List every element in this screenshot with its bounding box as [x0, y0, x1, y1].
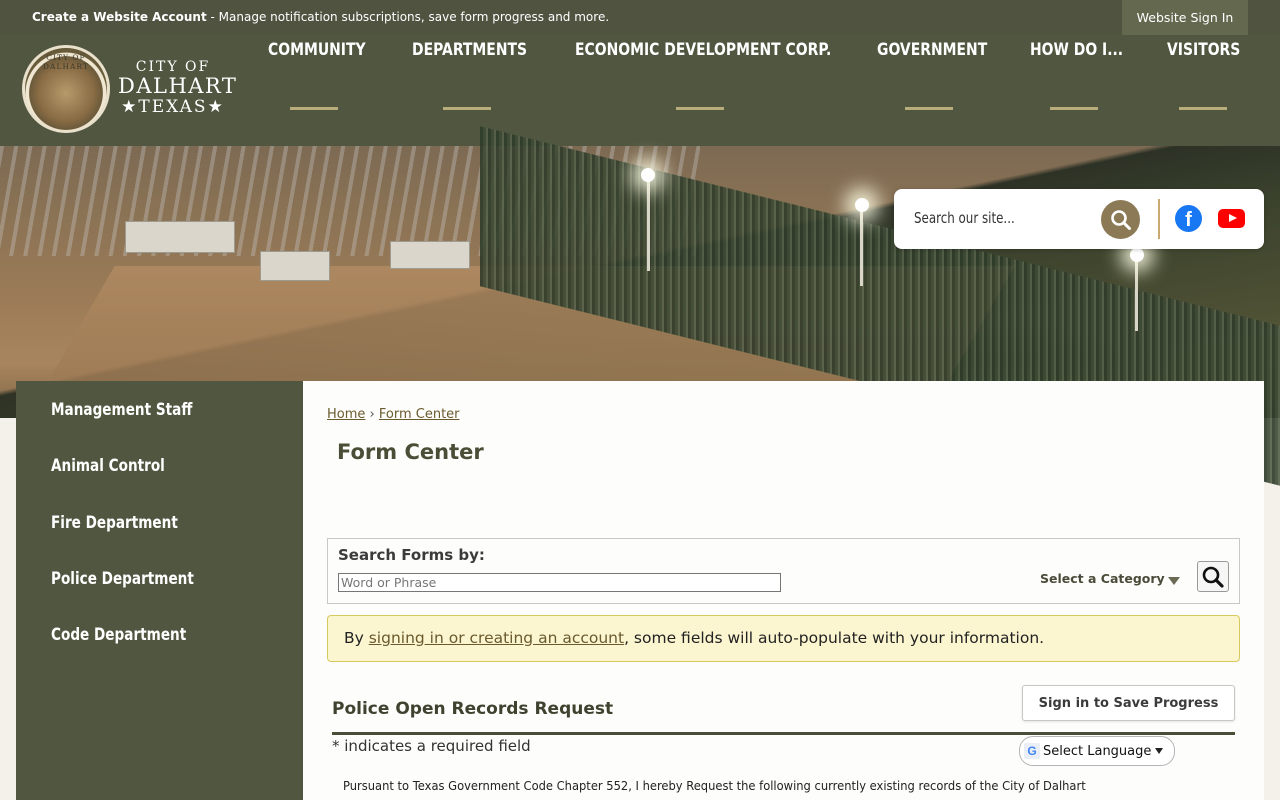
sign-in-link[interactable]: signing in or creating an account: [369, 629, 624, 647]
search-forms-button[interactable]: [1197, 561, 1229, 592]
light-pole: [860, 211, 863, 286]
sidebar-item-code-department[interactable]: Code Department: [51, 625, 186, 645]
create-account-message[interactable]: Create a Website Account - Manage notifi…: [32, 10, 609, 24]
brand-line-3: ★TEXAS★: [121, 97, 225, 117]
nav-underline: [676, 107, 724, 110]
save-progress-button[interactable]: Sign in to Save Progress: [1022, 685, 1235, 721]
required-field-note: * indicates a required field: [332, 737, 531, 755]
top-utility-bar: Create a Website Account - Manage notifi…: [0, 0, 1280, 35]
chevron-down-icon: [1155, 748, 1164, 754]
breadcrumb-home[interactable]: Home: [327, 407, 365, 422]
notice-suffix: , some fields will auto-populate with yo…: [624, 629, 1045, 647]
stadium-light: [641, 168, 655, 182]
breadcrumb-separator: ›: [369, 407, 375, 422]
website-sign-in-button[interactable]: Website Sign In: [1122, 0, 1248, 35]
nav-underline: [290, 107, 338, 110]
breadcrumb-form-center[interactable]: Form Center: [379, 407, 460, 422]
nav-government[interactable]: GOVERNMENT: [877, 40, 987, 60]
search-divider: [1158, 199, 1160, 239]
sidebar-item-fire-department[interactable]: Fire Department: [51, 513, 178, 533]
category-select[interactable]: Select a Category: [1040, 571, 1165, 586]
form-intro-text: Pursuant to Texas Government Code Chapte…: [343, 778, 1086, 793]
breadcrumb: Home › Form Center: [327, 407, 460, 422]
search-icon: [1202, 566, 1224, 588]
sign-in-notice: By signing in or creating an account, so…: [327, 615, 1240, 662]
create-account-link[interactable]: Create a Website Account: [32, 10, 207, 24]
form-title: Police Open Records Request: [332, 699, 614, 719]
sidebar-item-animal-control[interactable]: Animal Control: [51, 456, 165, 476]
chevron-down-icon[interactable]: [1168, 577, 1180, 585]
building: [260, 251, 330, 281]
nav-departments[interactable]: DEPARTMENTS: [412, 40, 527, 60]
main-content: Home › Form Center Form Center Search Fo…: [303, 381, 1264, 800]
language-select[interactable]: G Select Language: [1019, 736, 1175, 766]
nav-underline: [1179, 107, 1227, 110]
sidebar-item-management-staff[interactable]: Management Staff: [51, 400, 192, 420]
search-forms-label: Search Forms by:: [338, 546, 485, 564]
brand-line-2: DALHART: [118, 74, 238, 98]
nav-community[interactable]: COMMUNITY: [268, 40, 366, 60]
nav-underline: [905, 107, 953, 110]
nav-economic-development[interactable]: ECONOMIC DEVELOPMENT CORP.: [575, 40, 831, 60]
search-forms-panel: Search Forms by: Select a Category: [327, 538, 1240, 604]
form-divider: [332, 732, 1235, 735]
seal-text: CITY OF DALHART: [43, 53, 89, 71]
search-icon[interactable]: [1101, 200, 1140, 239]
search-forms-input[interactable]: [338, 573, 781, 592]
hero-banner-image: [0, 126, 1280, 486]
sidebar-item-police-department[interactable]: Police Department: [51, 569, 194, 589]
light-pole: [647, 181, 650, 271]
brand-line-1: CITY OF: [135, 59, 211, 75]
stadium-light: [1130, 248, 1144, 262]
nav-underline: [1050, 107, 1098, 110]
light-pole: [1135, 261, 1138, 331]
nav-underline: [443, 107, 491, 110]
sidebar-nav: Management Staff Animal Control Fire Dep…: [16, 381, 303, 800]
city-seal-logo[interactable]: CITY OF DALHART: [22, 45, 110, 133]
notice-prefix: By: [344, 629, 369, 647]
stadium-light: [855, 198, 869, 212]
language-select-label: Select Language: [1043, 743, 1152, 759]
site-search-box: Search our site... f: [894, 189, 1264, 249]
create-account-description: - Manage notification subscriptions, sav…: [206, 10, 610, 24]
youtube-icon[interactable]: [1218, 209, 1245, 228]
building: [125, 221, 235, 253]
nav-visitors[interactable]: VISITORS: [1167, 40, 1240, 60]
building: [390, 241, 470, 269]
nav-how-do-i[interactable]: HOW DO I...: [1030, 40, 1123, 60]
google-translate-icon: G: [1024, 743, 1040, 759]
facebook-icon[interactable]: f: [1175, 205, 1202, 232]
page-title: Form Center: [337, 440, 484, 464]
site-brand[interactable]: CITY OF DALHART ★TEXAS★: [118, 59, 238, 117]
site-search-input[interactable]: Search our site...: [914, 209, 1015, 227]
